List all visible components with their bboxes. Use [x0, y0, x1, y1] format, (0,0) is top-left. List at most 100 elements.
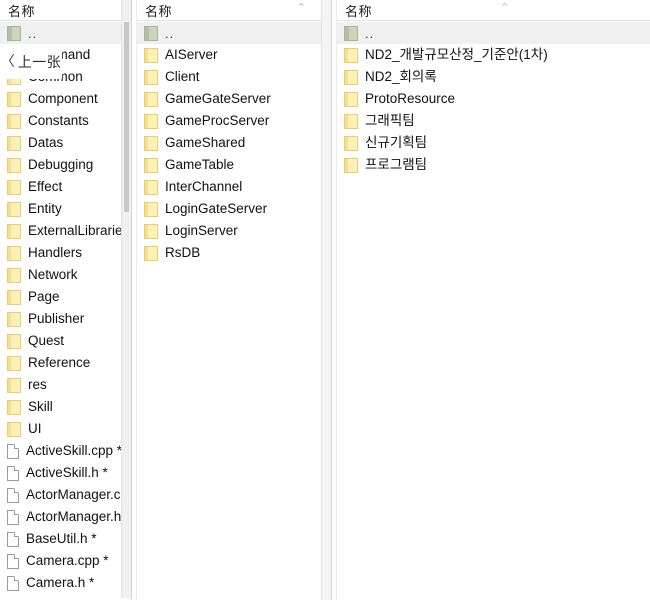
folder-row[interactable]: GameGateServer — [137, 88, 331, 110]
column-header-source[interactable]: 名称 — [0, 0, 131, 21]
folder-row[interactable]: ProtoResource — [337, 88, 650, 110]
folder-icon — [344, 69, 358, 85]
item-name: Network — [28, 267, 78, 283]
parent-folder-icon — [7, 25, 21, 41]
file-row[interactable]: ActiveSkill.cpp * — [0, 440, 131, 462]
folder-row[interactable]: 그래픽팀 — [337, 110, 650, 132]
file-row[interactable]: ActiveSkill.h * — [0, 462, 131, 484]
folder-row[interactable]: Debugging — [0, 154, 131, 176]
folder-row[interactable]: LoginGateServer — [137, 198, 331, 220]
folder-row[interactable]: Entity — [0, 198, 131, 220]
parent-directory-row[interactable]: .. — [337, 22, 650, 44]
item-name: Quest — [28, 333, 65, 349]
item-name: Handlers — [28, 245, 83, 261]
file-icon — [7, 443, 19, 459]
previous-image-label: 上一张 — [17, 54, 62, 70]
folder-icon — [7, 355, 21, 371]
file-icon — [7, 553, 19, 569]
folder-icon — [344, 135, 358, 151]
item-name: Camera.cpp * — [26, 553, 109, 569]
folder-row[interactable]: Constants — [0, 110, 131, 132]
folder-icon — [344, 91, 358, 107]
folder-icon — [7, 179, 21, 195]
scrollbar-source[interactable] — [121, 0, 131, 600]
file-column-servers[interactable]: 名称 ⌃ .. AIServer Client GameGateServer GameP… — [137, 0, 331, 600]
item-name: .. — [365, 25, 375, 41]
column-header-servers[interactable]: 名称 ⌃ — [137, 0, 331, 21]
folder-row[interactable]: 프로그램팀 — [337, 154, 650, 176]
folder-row[interactable]: GameProcServer — [137, 110, 331, 132]
file-row[interactable]: ActorManager.cpp * — [0, 484, 131, 506]
file-row[interactable]: Camera.h * — [0, 572, 131, 594]
file-list-source[interactable]: ..CommandCommonComponentConstantsDatasDe… — [0, 21, 131, 600]
item-name: Effect — [28, 179, 63, 195]
file-list-servers[interactable]: .. AIServer Client GameGateServer GameProcSe… — [137, 21, 331, 264]
parent-directory-row[interactable]: .. — [0, 22, 131, 44]
folder-icon — [7, 421, 21, 437]
item-name: LoginServer — [165, 223, 238, 239]
column-header-docs[interactable]: 名称 ⌃ — [337, 0, 650, 21]
folder-row[interactable]: 신규기획팀 — [337, 132, 650, 154]
chevron-left-icon: 〈 — [0, 54, 15, 70]
scrollbar-thumb[interactable] — [124, 22, 129, 212]
item-name: ExternalLibraries — [28, 223, 130, 239]
folder-icon — [7, 91, 21, 107]
folder-row[interactable]: Datas — [0, 132, 131, 154]
folder-icon — [344, 47, 358, 63]
folder-row[interactable]: GameTable — [137, 154, 331, 176]
sort-chevron-up-icon[interactable]: ⌃ — [500, 3, 509, 14]
item-name: ProtoResource — [365, 91, 456, 107]
folder-row[interactable]: UI — [0, 418, 131, 440]
folder-row[interactable]: Component — [0, 88, 131, 110]
folder-row[interactable]: ND2_개발규모산정_기준안(1차) — [337, 44, 650, 66]
item-name: GameProcServer — [165, 113, 270, 129]
item-name: ND2_개발규모산정_기준안(1차) — [365, 47, 548, 63]
folder-row[interactable]: ExternalLibraries — [0, 220, 131, 242]
folder-icon — [144, 245, 158, 261]
file-column-source[interactable]: 名称 ..CommandCommonComponentConstantsData… — [0, 0, 131, 600]
previous-image-button[interactable]: 〈 上一张 — [0, 45, 62, 79]
folder-row[interactable]: Handlers — [0, 242, 131, 264]
file-column-docs[interactable]: 名称 ⌃ .. ND2_개발규모산정_기준안(1차) ND2_회의록 ProtoRes… — [337, 0, 650, 600]
folder-row[interactable]: AIServer — [137, 44, 331, 66]
folder-row[interactable]: GameShared — [137, 132, 331, 154]
file-icon — [7, 575, 19, 591]
folder-row[interactable]: Quest — [0, 330, 131, 352]
column-header-label: 名称 — [145, 3, 173, 19]
folder-row[interactable]: ND2_회의록 — [337, 66, 650, 88]
folder-row[interactable]: Skill — [0, 396, 131, 418]
file-row[interactable]: ActorManager.h * — [0, 506, 131, 528]
file-list-docs[interactable]: .. ND2_개발규모산정_기준안(1차) ND2_회의록 ProtoResource… — [337, 21, 650, 176]
file-icon — [7, 487, 19, 503]
item-name: Camera.h * — [26, 575, 95, 591]
file-icon — [7, 531, 19, 547]
folder-icon — [7, 201, 21, 217]
file-icon — [7, 509, 19, 525]
folder-row[interactable]: Publisher — [0, 308, 131, 330]
folder-row[interactable]: Page — [0, 286, 131, 308]
folder-row[interactable]: res — [0, 374, 131, 396]
folder-row[interactable]: Reference — [0, 352, 131, 374]
folder-icon — [144, 47, 158, 63]
scrollbar-servers[interactable] — [321, 0, 331, 600]
file-row[interactable]: BaseUtil.h * — [0, 528, 131, 550]
folder-row[interactable]: Client — [137, 66, 331, 88]
folder-icon — [7, 135, 21, 151]
folder-icon — [7, 245, 21, 261]
folder-row[interactable]: RsDB — [137, 242, 331, 264]
folder-row[interactable]: InterChannel — [137, 176, 331, 198]
file-row[interactable]: Camera.cpp * — [0, 550, 131, 572]
parent-directory-row[interactable]: .. — [137, 22, 331, 44]
folder-icon — [344, 157, 358, 173]
item-name: GameShared — [165, 135, 246, 151]
item-name: ActorManager.cpp * — [26, 487, 131, 503]
item-name: 그래픽팀 — [365, 113, 415, 129]
item-name: 신규기획팀 — [365, 135, 428, 151]
folder-row[interactable]: Effect — [0, 176, 131, 198]
item-name: ActiveSkill.h * — [26, 465, 108, 481]
item-name: ND2_회의록 — [365, 69, 437, 85]
folder-icon — [7, 333, 21, 349]
sort-chevron-up-icon[interactable]: ⌃ — [297, 3, 306, 14]
folder-row[interactable]: Network — [0, 264, 131, 286]
folder-row[interactable]: LoginServer — [137, 220, 331, 242]
